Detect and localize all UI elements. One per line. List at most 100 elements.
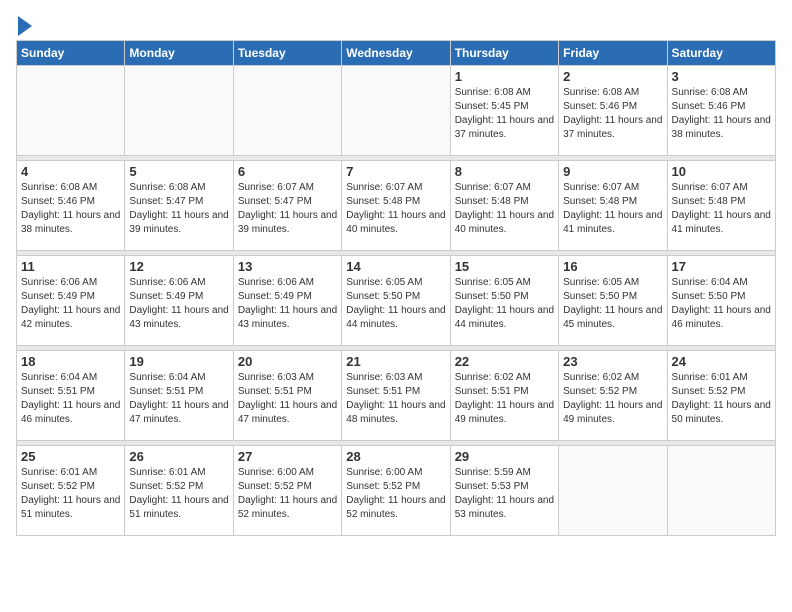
calendar-cell: 5 Sunrise: 6:08 AM Sunset: 5:47 PM Daylig… — [125, 161, 233, 251]
day-info: Sunrise: 6:02 AM Sunset: 5:51 PM Dayligh… — [455, 371, 554, 427]
day-info: Sunrise: 6:05 AM Sunset: 5:50 PM Dayligh… — [346, 276, 445, 332]
calendar-cell: 26 Sunrise: 6:01 AM Sunset: 5:52 PM Dayli… — [125, 446, 233, 536]
day-info: Sunrise: 6:07 AM Sunset: 5:48 PM Dayligh… — [563, 181, 662, 237]
day-info: Sunrise: 6:08 AM Sunset: 5:46 PM Dayligh… — [672, 86, 771, 142]
day-number: 18 — [21, 354, 120, 369]
calendar-cell: 22 Sunrise: 6:02 AM Sunset: 5:51 PM Dayli… — [450, 351, 558, 441]
weekday-header-saturday: Saturday — [667, 41, 775, 66]
day-info: Sunrise: 6:08 AM Sunset: 5:47 PM Dayligh… — [129, 181, 228, 237]
calendar-cell: 7 Sunrise: 6:07 AM Sunset: 5:48 PM Daylig… — [342, 161, 450, 251]
calendar-cell: 19 Sunrise: 6:04 AM Sunset: 5:51 PM Dayli… — [125, 351, 233, 441]
day-number: 22 — [455, 354, 554, 369]
calendar-cell — [342, 66, 450, 156]
day-number: 6 — [238, 164, 337, 179]
weekday-header-wednesday: Wednesday — [342, 41, 450, 66]
day-info: Sunrise: 6:01 AM Sunset: 5:52 PM Dayligh… — [672, 371, 771, 427]
day-number: 27 — [238, 449, 337, 464]
calendar-cell: 13 Sunrise: 6:06 AM Sunset: 5:49 PM Dayli… — [233, 256, 341, 346]
calendar-week-row: 18 Sunrise: 6:04 AM Sunset: 5:51 PM Dayli… — [17, 351, 776, 441]
day-number: 13 — [238, 259, 337, 274]
day-number: 11 — [21, 259, 120, 274]
calendar-cell: 16 Sunrise: 6:05 AM Sunset: 5:50 PM Dayli… — [559, 256, 667, 346]
day-info: Sunrise: 6:07 AM Sunset: 5:48 PM Dayligh… — [672, 181, 771, 237]
calendar-cell: 2Sunrise: 6:08 AM Sunset: 5:46 PM Daylig… — [559, 66, 667, 156]
calendar-cell: 10 Sunrise: 6:07 AM Sunset: 5:48 PM Dayli… — [667, 161, 775, 251]
calendar-week-row: 11 Sunrise: 6:06 AM Sunset: 5:49 PM Dayli… — [17, 256, 776, 346]
logo — [16, 16, 32, 32]
calendar-cell: 23Sunrise: 6:02 AM Sunset: 5:52 PM Dayli… — [559, 351, 667, 441]
day-number: 28 — [346, 449, 445, 464]
calendar-cell: 24 Sunrise: 6:01 AM Sunset: 5:52 PM Dayli… — [667, 351, 775, 441]
calendar-cell: 8Sunrise: 6:07 AM Sunset: 5:48 PM Daylig… — [450, 161, 558, 251]
day-number: 4 — [21, 164, 120, 179]
day-number: 16 — [563, 259, 662, 274]
calendar-cell: 1 Sunrise: 6:08 AM Sunset: 5:45 PM Daylig… — [450, 66, 558, 156]
day-number: 7 — [346, 164, 445, 179]
day-info: Sunrise: 6:08 AM Sunset: 5:46 PM Dayligh… — [563, 86, 662, 142]
day-info: Sunrise: 6:04 AM Sunset: 5:51 PM Dayligh… — [21, 371, 120, 427]
calendar-cell: 21 Sunrise: 6:03 AM Sunset: 5:51 PM Dayli… — [342, 351, 450, 441]
day-info: Sunrise: 6:06 AM Sunset: 5:49 PM Dayligh… — [21, 276, 120, 332]
day-info: Sunrise: 6:06 AM Sunset: 5:49 PM Dayligh… — [238, 276, 337, 332]
day-info: Sunrise: 6:04 AM Sunset: 5:51 PM Dayligh… — [129, 371, 228, 427]
calendar-cell: 15 Sunrise: 6:05 AM Sunset: 5:50 PM Dayli… — [450, 256, 558, 346]
weekday-header-row: SundayMondayTuesdayWednesdayThursdayFrid… — [17, 41, 776, 66]
day-info: Sunrise: 6:01 AM Sunset: 5:52 PM Dayligh… — [129, 466, 228, 522]
header — [16, 16, 776, 32]
calendar-cell: 4 Sunrise: 6:08 AM Sunset: 5:46 PM Daylig… — [17, 161, 125, 251]
day-number: 14 — [346, 259, 445, 274]
calendar-cell: 29Sunrise: 5:59 AM Sunset: 5:53 PM Dayli… — [450, 446, 558, 536]
day-number: 25 — [21, 449, 120, 464]
day-info: Sunrise: 6:08 AM Sunset: 5:45 PM Dayligh… — [455, 86, 554, 142]
day-info: Sunrise: 6:00 AM Sunset: 5:52 PM Dayligh… — [346, 466, 445, 522]
day-info: Sunrise: 6:00 AM Sunset: 5:52 PM Dayligh… — [238, 466, 337, 522]
day-number: 10 — [672, 164, 771, 179]
calendar-week-row: 4 Sunrise: 6:08 AM Sunset: 5:46 PM Daylig… — [17, 161, 776, 251]
day-number: 29 — [455, 449, 554, 464]
day-number: 17 — [672, 259, 771, 274]
day-info: Sunrise: 6:03 AM Sunset: 5:51 PM Dayligh… — [238, 371, 337, 427]
calendar-cell: 12Sunrise: 6:06 AM Sunset: 5:49 PM Dayli… — [125, 256, 233, 346]
calendar-cell — [17, 66, 125, 156]
calendar-cell: 27 Sunrise: 6:00 AM Sunset: 5:52 PM Dayli… — [233, 446, 341, 536]
calendar-cell: 14 Sunrise: 6:05 AM Sunset: 5:50 PM Dayli… — [342, 256, 450, 346]
day-number: 1 — [455, 69, 554, 84]
day-info: Sunrise: 6:05 AM Sunset: 5:50 PM Dayligh… — [563, 276, 662, 332]
weekday-header-tuesday: Tuesday — [233, 41, 341, 66]
day-info: Sunrise: 6:02 AM Sunset: 5:52 PM Dayligh… — [563, 371, 662, 427]
day-info: Sunrise: 6:05 AM Sunset: 5:50 PM Dayligh… — [455, 276, 554, 332]
day-info: Sunrise: 6:06 AM Sunset: 5:49 PM Dayligh… — [129, 276, 228, 332]
day-number: 9 — [563, 164, 662, 179]
day-number: 26 — [129, 449, 228, 464]
day-info: Sunrise: 6:01 AM Sunset: 5:52 PM Dayligh… — [21, 466, 120, 522]
day-number: 20 — [238, 354, 337, 369]
day-number: 19 — [129, 354, 228, 369]
calendar-cell: 18 Sunrise: 6:04 AM Sunset: 5:51 PM Dayli… — [17, 351, 125, 441]
day-info: Sunrise: 6:07 AM Sunset: 5:48 PM Dayligh… — [455, 181, 554, 237]
calendar-cell: 9 Sunrise: 6:07 AM Sunset: 5:48 PM Daylig… — [559, 161, 667, 251]
day-number: 24 — [672, 354, 771, 369]
day-info: Sunrise: 6:07 AM Sunset: 5:47 PM Dayligh… — [238, 181, 337, 237]
calendar-cell — [233, 66, 341, 156]
calendar-cell — [559, 446, 667, 536]
day-number: 5 — [129, 164, 228, 179]
day-info: Sunrise: 6:04 AM Sunset: 5:50 PM Dayligh… — [672, 276, 771, 332]
calendar-cell — [667, 446, 775, 536]
weekday-header-thursday: Thursday — [450, 41, 558, 66]
logo-arrow-icon — [18, 16, 32, 36]
weekday-header-sunday: Sunday — [17, 41, 125, 66]
calendar-cell — [125, 66, 233, 156]
calendar-week-row: 25 Sunrise: 6:01 AM Sunset: 5:52 PM Dayli… — [17, 446, 776, 536]
day-info: Sunrise: 6:08 AM Sunset: 5:46 PM Dayligh… — [21, 181, 120, 237]
calendar-cell: 28 Sunrise: 6:00 AM Sunset: 5:52 PM Dayli… — [342, 446, 450, 536]
day-info: Sunrise: 6:07 AM Sunset: 5:48 PM Dayligh… — [346, 181, 445, 237]
day-number: 21 — [346, 354, 445, 369]
day-info: Sunrise: 6:03 AM Sunset: 5:51 PM Dayligh… — [346, 371, 445, 427]
weekday-header-friday: Friday — [559, 41, 667, 66]
calendar-table: SundayMondayTuesdayWednesdayThursdayFrid… — [16, 40, 776, 536]
day-number: 15 — [455, 259, 554, 274]
calendar-week-row: 1 Sunrise: 6:08 AM Sunset: 5:45 PM Daylig… — [17, 66, 776, 156]
calendar-cell: 11 Sunrise: 6:06 AM Sunset: 5:49 PM Dayli… — [17, 256, 125, 346]
weekday-header-monday: Monday — [125, 41, 233, 66]
calendar-cell: 3Sunrise: 6:08 AM Sunset: 5:46 PM Daylig… — [667, 66, 775, 156]
